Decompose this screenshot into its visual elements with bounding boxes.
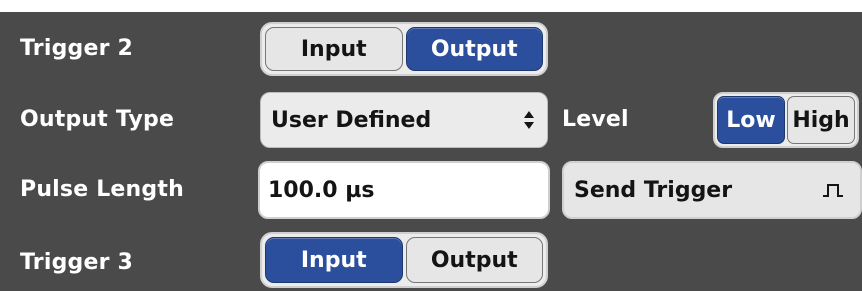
level-low-option[interactable]: Low <box>717 96 785 144</box>
trigger2-label: Trigger 2 <box>20 36 134 61</box>
pulse-length-label: Pulse Length <box>20 177 184 202</box>
trigger3-direction-toggle: Input Output <box>260 232 548 288</box>
output-type-select[interactable]: User Defined <box>260 92 548 148</box>
pulse-length-input[interactable]: 100.0 µs <box>258 161 550 219</box>
updown-arrows-icon <box>524 111 534 129</box>
pulse-length-value: 100.0 µs <box>268 177 375 203</box>
trigger3-label: Trigger 3 <box>20 250 134 275</box>
level-label: Level <box>562 107 629 132</box>
send-trigger-button[interactable]: Send Trigger <box>562 161 862 219</box>
output-type-label: Output Type <box>20 107 175 132</box>
trigger2-input-option[interactable]: Input <box>265 27 403 71</box>
trigger-settings-panel: Trigger 2 Input Output Output Type User … <box>0 12 862 291</box>
level-toggle: Low High <box>713 92 859 148</box>
trigger3-output-option[interactable]: Output <box>405 237 543 283</box>
trigger2-output-option[interactable]: Output <box>405 27 543 71</box>
output-type-value: User Defined <box>271 107 432 133</box>
trigger3-input-option[interactable]: Input <box>265 237 403 283</box>
trigger2-direction-toggle: Input Output <box>260 22 548 76</box>
send-trigger-label: Send Trigger <box>574 177 733 203</box>
top-strip <box>0 0 862 12</box>
level-high-option[interactable]: High <box>787 96 855 144</box>
pulse-icon <box>823 184 843 197</box>
